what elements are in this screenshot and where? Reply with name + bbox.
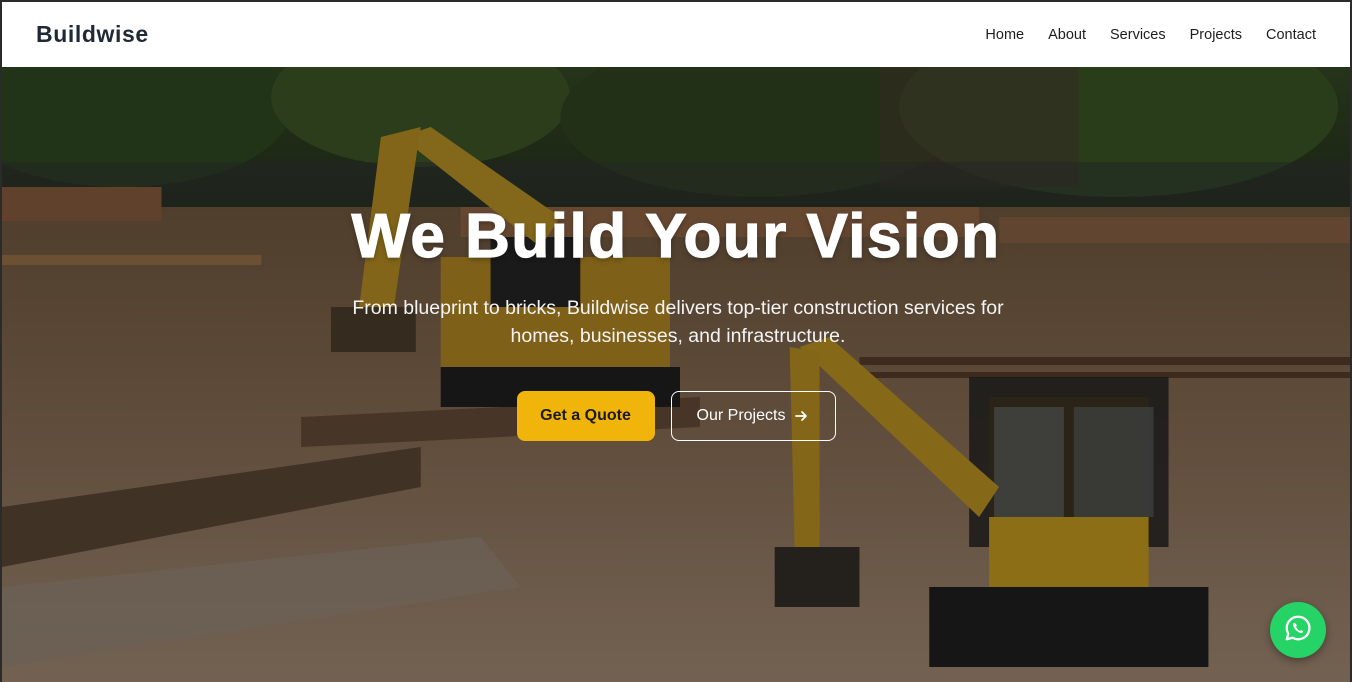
- hero-title: We Build Your Vision: [351, 201, 1001, 271]
- nav-link-projects[interactable]: Projects: [1190, 27, 1242, 43]
- whatsapp-icon: [1283, 613, 1313, 648]
- nav-menu: Home About Services Projects Contact: [961, 27, 1316, 43]
- whatsapp-chat-button[interactable]: [1270, 602, 1326, 658]
- brand-logo[interactable]: Buildwise: [36, 21, 149, 48]
- nav-link-home[interactable]: Home: [985, 27, 1024, 43]
- arrow-right-icon: [793, 408, 809, 424]
- hero-subtitle: From blueprint to bricks, Buildwise deli…: [352, 297, 1004, 347]
- navbar: Buildwise Home About Services Projects C…: [2, 2, 1350, 67]
- hero-cta-group: Get a Quote Our Projects: [2, 391, 1350, 441]
- get-quote-label: Get a Quote: [540, 407, 631, 424]
- page: Buildwise Home About Services Projects C…: [0, 0, 1352, 682]
- nav-link-about[interactable]: About: [1048, 27, 1086, 43]
- nav-link-contact[interactable]: Contact: [1266, 27, 1316, 43]
- get-quote-button[interactable]: Get a Quote: [516, 391, 655, 441]
- nav-link-services[interactable]: Services: [1110, 27, 1166, 43]
- hero-section: We Build Your Vision From blueprint to b…: [2, 67, 1350, 682]
- our-projects-button[interactable]: Our Projects: [670, 391, 836, 441]
- our-projects-label: Our Projects: [696, 407, 786, 424]
- hero-overlay: [2, 67, 1350, 682]
